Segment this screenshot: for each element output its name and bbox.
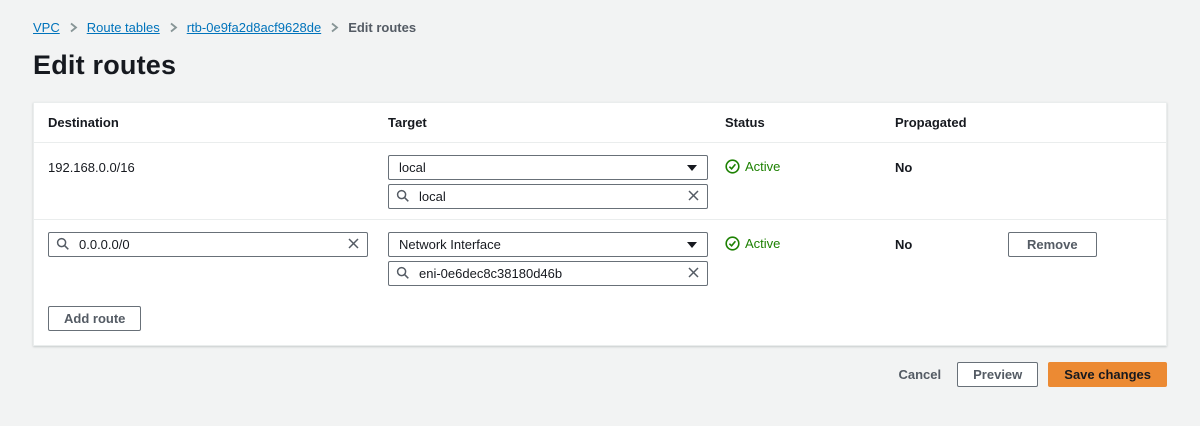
edit-routes-panel: Destination Target Status Propagated 192… bbox=[33, 102, 1167, 346]
footer-actions: Cancel Preview Save changes bbox=[0, 362, 1167, 387]
breadcrumb: VPC Route tables rtb-0e9fa2d8acf9628de E… bbox=[0, 0, 1200, 35]
search-icon bbox=[396, 266, 410, 285]
target-search-input[interactable] bbox=[388, 261, 708, 286]
breadcrumb-link-vpc[interactable]: VPC bbox=[33, 20, 60, 35]
target-search-field bbox=[388, 261, 708, 286]
target-type-selected-value: Network Interface bbox=[399, 237, 501, 252]
route-row-2: Network Interface Active N bbox=[34, 219, 1166, 298]
chevron-right-icon bbox=[169, 22, 178, 33]
status-label: Active bbox=[745, 236, 781, 251]
breadcrumb-link-route-table-id[interactable]: rtb-0e9fa2d8acf9628de bbox=[187, 20, 321, 35]
destination-search-field bbox=[48, 232, 368, 257]
column-header-propagated: Propagated bbox=[895, 115, 967, 130]
remove-route-button[interactable]: Remove bbox=[1008, 232, 1097, 257]
propagated-cell: No bbox=[895, 232, 1008, 286]
destination-cell bbox=[48, 232, 388, 286]
chevron-right-icon bbox=[69, 22, 78, 33]
check-circle-icon bbox=[725, 236, 740, 251]
status-cell: Active bbox=[725, 232, 895, 286]
propagated-value: No bbox=[895, 237, 913, 252]
breadcrumb-current: Edit routes bbox=[348, 20, 417, 35]
target-type-select[interactable]: Network Interface bbox=[388, 232, 708, 257]
chevron-right-icon bbox=[330, 22, 339, 33]
page-title: Edit routes bbox=[33, 50, 177, 80]
clear-icon[interactable] bbox=[687, 266, 700, 284]
target-type-select[interactable]: local bbox=[388, 155, 708, 180]
search-icon bbox=[396, 189, 410, 208]
actions-cell bbox=[1008, 155, 1152, 209]
column-header-destination: Destination bbox=[48, 115, 119, 130]
add-route-button[interactable]: Add route bbox=[48, 306, 142, 331]
status-label: Active bbox=[745, 159, 781, 174]
column-header-status: Status bbox=[725, 115, 765, 130]
destination-cell: 192.168.0.0/16 bbox=[48, 155, 388, 209]
actions-cell: Remove bbox=[1008, 232, 1152, 286]
destination-value: 192.168.0.0/16 bbox=[48, 160, 135, 175]
preview-button[interactable]: Preview bbox=[957, 362, 1039, 387]
cancel-button[interactable]: Cancel bbox=[892, 363, 947, 386]
clear-icon[interactable] bbox=[347, 237, 360, 255]
chevron-down-icon bbox=[687, 164, 697, 171]
propagated-cell: No bbox=[895, 155, 1008, 209]
clear-icon[interactable] bbox=[687, 189, 700, 207]
table-header-row: Destination Target Status Propagated bbox=[34, 103, 1166, 143]
breadcrumb-link-route-tables[interactable]: Route tables bbox=[87, 20, 160, 35]
target-cell: Network Interface bbox=[388, 232, 725, 286]
save-changes-button[interactable]: Save changes bbox=[1048, 362, 1167, 387]
status-cell: Active bbox=[725, 155, 895, 209]
chevron-down-icon bbox=[687, 241, 697, 248]
target-search-input[interactable] bbox=[388, 184, 708, 209]
destination-search-input[interactable] bbox=[48, 232, 368, 257]
target-search-field bbox=[388, 184, 708, 209]
propagated-value: No bbox=[895, 160, 913, 175]
target-type-selected-value: local bbox=[399, 160, 426, 175]
search-icon bbox=[56, 237, 70, 256]
column-header-target: Target bbox=[388, 115, 427, 130]
check-circle-icon bbox=[725, 159, 740, 174]
target-cell: local bbox=[388, 155, 725, 209]
route-row-1: 192.168.0.0/16 local Act bbox=[34, 143, 1166, 219]
